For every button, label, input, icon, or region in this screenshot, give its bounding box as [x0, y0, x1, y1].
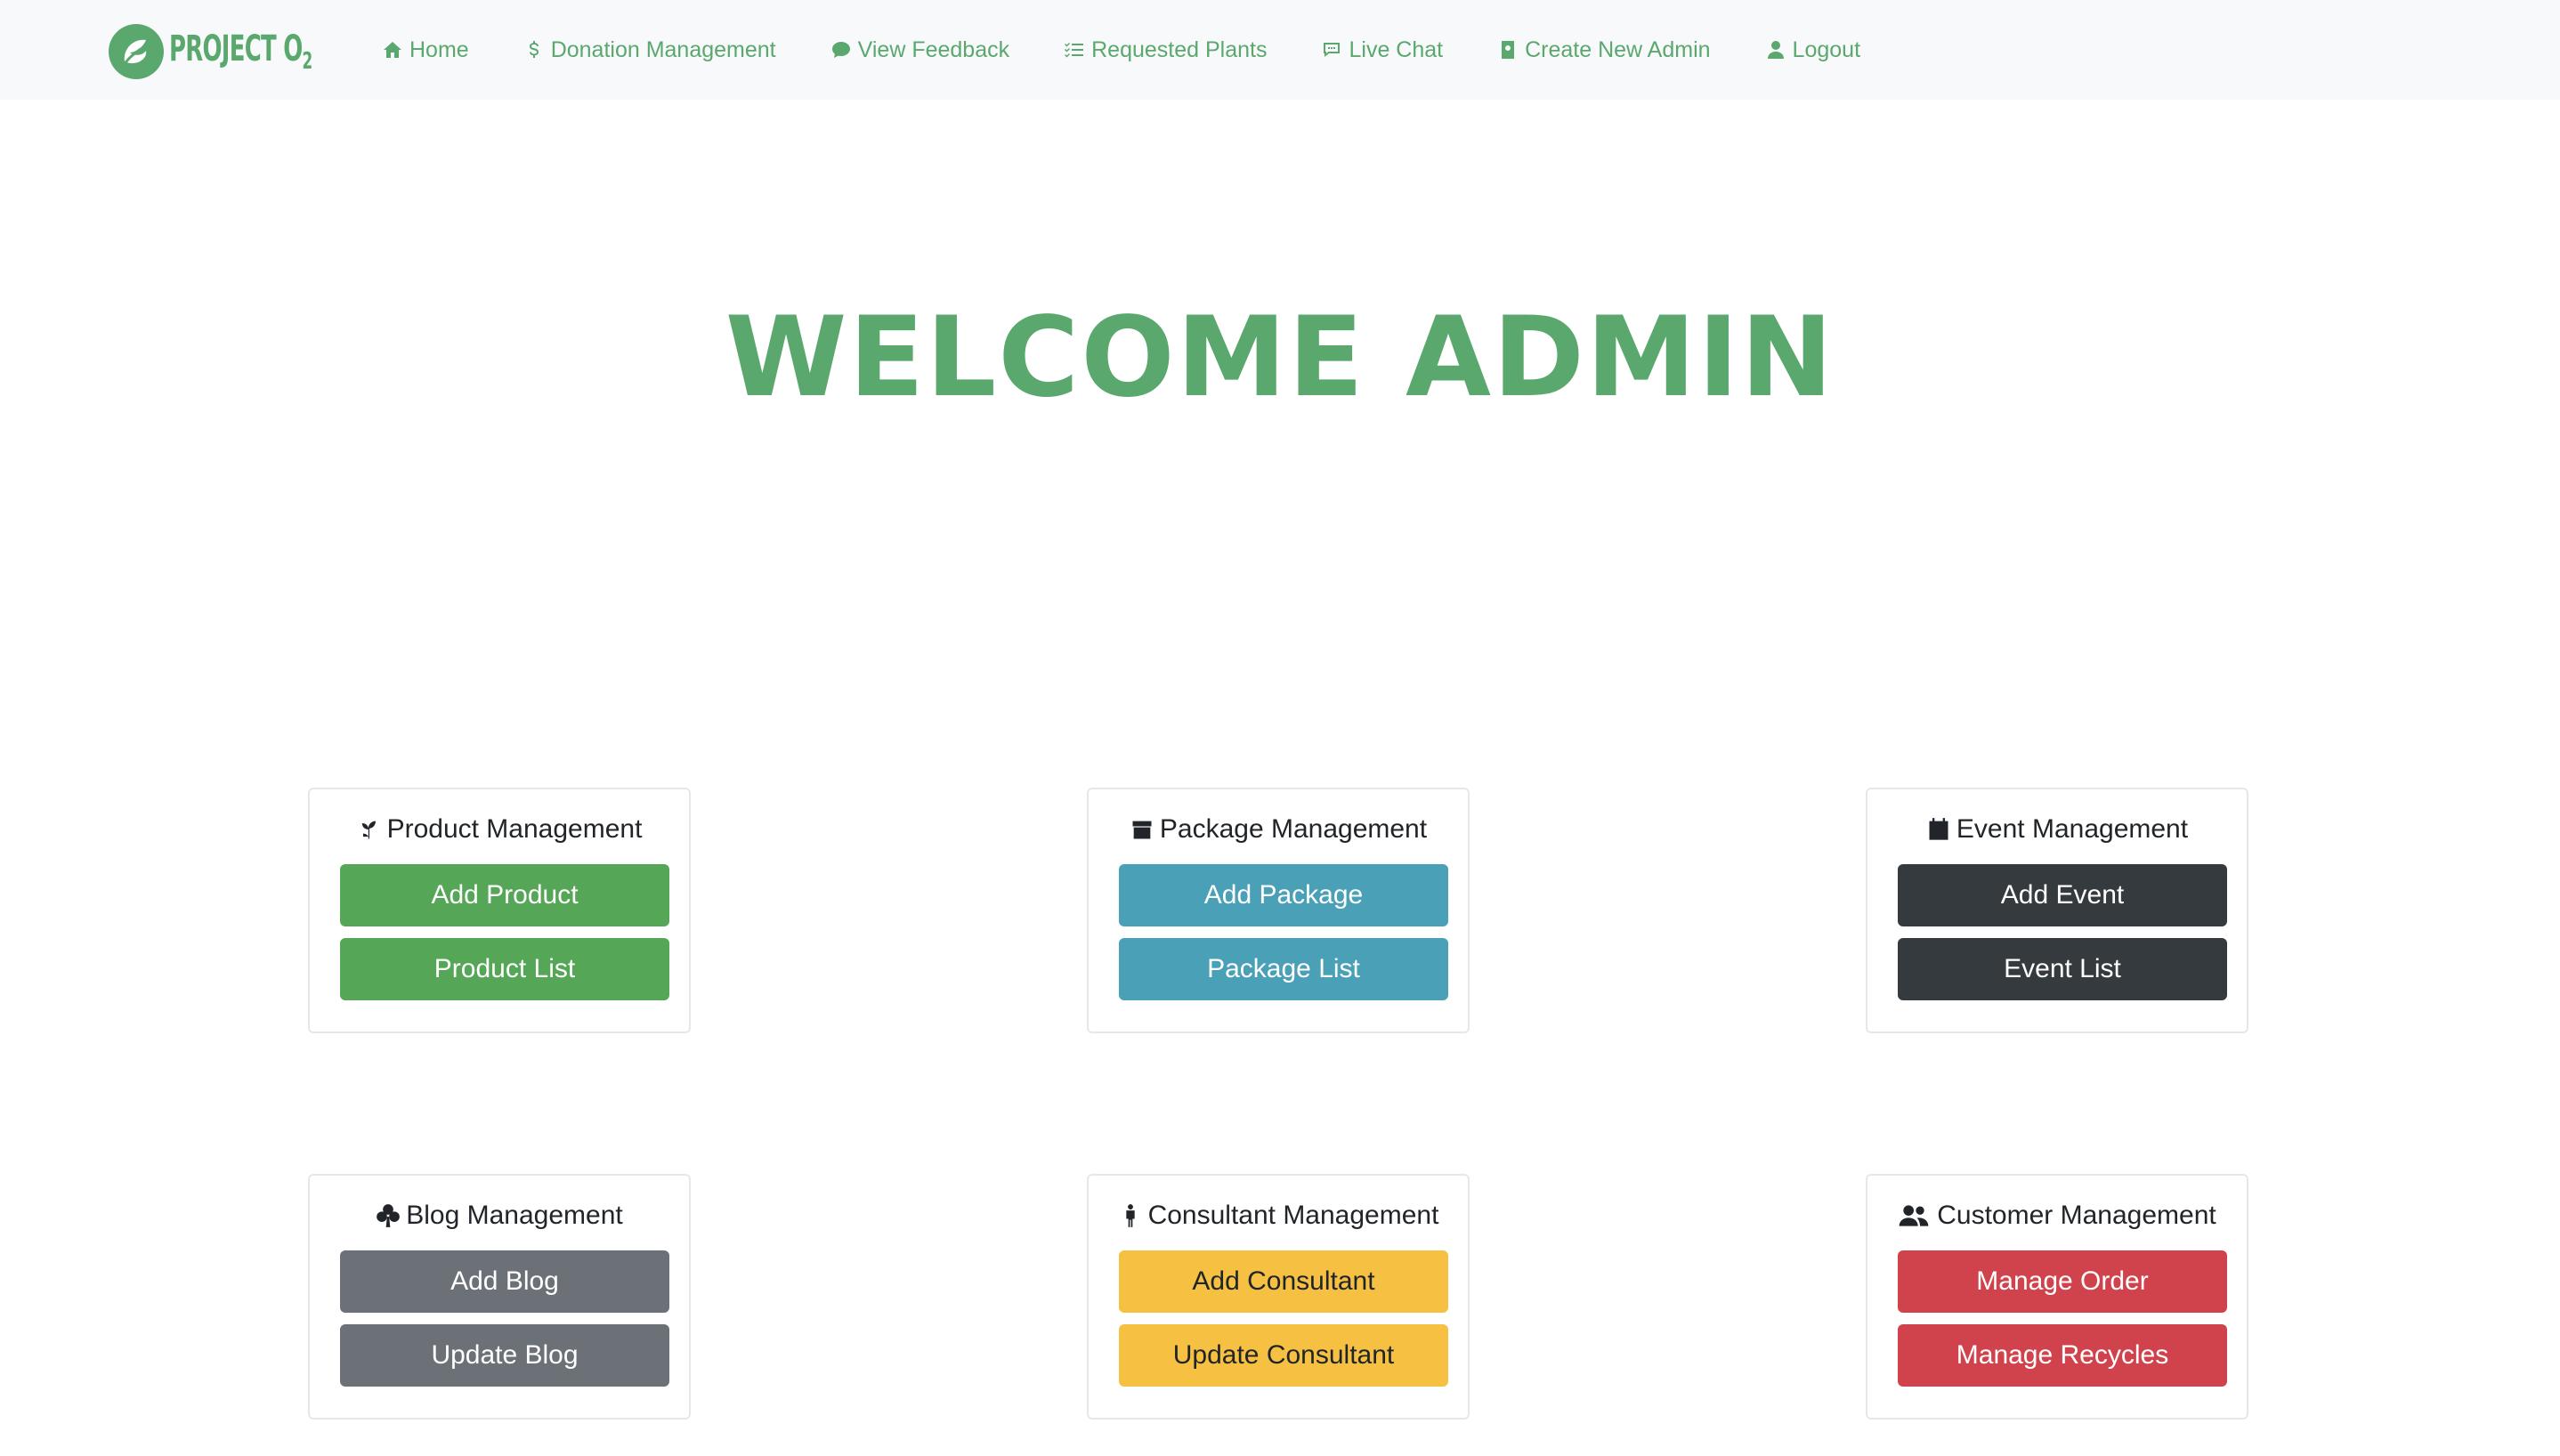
add-product-button[interactable]: Add Product — [340, 864, 669, 926]
manage-order-button[interactable]: Manage Order — [1898, 1250, 2227, 1313]
brand-name: PROJECT O2 — [169, 28, 312, 75]
card-title: Customer Management — [1867, 1201, 2247, 1231]
manage-recycles-button[interactable]: Manage Recycles — [1898, 1324, 2227, 1387]
chat-dots-icon — [1320, 38, 1343, 61]
update-consultant-button[interactable]: Update Consultant — [1119, 1324, 1448, 1387]
add-consultant-button[interactable]: Add Consultant — [1119, 1250, 1448, 1313]
card-consultant-management: Consultant Management Add Consultant Upd… — [1087, 1174, 1470, 1420]
nav-create-admin-label: Create New Admin — [1525, 36, 1711, 62]
card-title-text: Consultant Management — [1147, 1201, 1439, 1230]
nav-donation-label: Donation Management — [550, 36, 776, 62]
nav-home-label: Home — [409, 36, 469, 62]
brand-logo[interactable]: PROJECT O2 — [107, 20, 368, 84]
nav-home[interactable]: Home — [381, 37, 469, 63]
add-blog-button[interactable]: Add Blog — [340, 1250, 669, 1313]
logo-leaf-icon — [109, 24, 164, 79]
nav-logout-label: Logout — [1792, 36, 1861, 62]
card-title-text: Event Management — [1956, 814, 2189, 844]
card-product-management: Product Management Add Product Product L… — [308, 788, 691, 1033]
event-list-button[interactable]: Event List — [1898, 938, 2227, 1000]
chat-bubble-icon — [830, 38, 853, 61]
nav-donation-management[interactable]: Donation Management — [523, 37, 776, 63]
card-blog-management: Blog Management Add Blog Update Blog — [308, 1174, 691, 1420]
nav-live-chat-label: Live Chat — [1349, 36, 1444, 62]
card-title-text: Product Management — [386, 814, 643, 844]
house-icon — [381, 38, 404, 61]
navbar: PROJECT O2 Home Donation Management View… — [0, 0, 2560, 100]
checklist-icon — [1063, 38, 1086, 61]
nav-requested-plants-label: Requested Plants — [1091, 36, 1268, 62]
seedling-icon — [357, 817, 382, 842]
calendar-icon — [1926, 817, 1951, 842]
welcome-heading: WELCOME ADMIN — [725, 294, 1835, 422]
nav-view-feedback[interactable]: View Feedback — [830, 37, 1009, 63]
card-customer-management: Customer Management Manage Order Manage … — [1866, 1174, 2248, 1420]
card-title-text: Package Management — [1159, 814, 1428, 844]
package-list-button[interactable]: Package List — [1119, 938, 1448, 1000]
nav-requested-plants[interactable]: Requested Plants — [1063, 37, 1267, 63]
card-title: Consultant Management — [1089, 1201, 1468, 1231]
card-title: Package Management — [1089, 814, 1468, 845]
card-package-management: Package Management Add Package Package L… — [1087, 788, 1470, 1033]
nav-logout[interactable]: Logout — [1764, 37, 1860, 63]
card-title: Event Management — [1867, 814, 2247, 845]
nav-feedback-label: View Feedback — [857, 36, 1010, 62]
person-badge-icon — [1496, 38, 1519, 61]
person-standing-icon — [1118, 1203, 1143, 1228]
people-icon — [1898, 1203, 1932, 1228]
card-title-text: Blog Management — [406, 1201, 623, 1230]
person-icon — [1764, 38, 1787, 61]
card-title: Product Management — [310, 814, 689, 845]
update-blog-button[interactable]: Update Blog — [340, 1324, 669, 1387]
product-list-button[interactable]: Product List — [340, 938, 669, 1000]
add-event-button[interactable]: Add Event — [1898, 864, 2227, 926]
nav-links: Home Donation Management View Feedback R… — [381, 0, 1914, 100]
box-icon — [1130, 817, 1154, 842]
nav-live-chat[interactable]: Live Chat — [1320, 37, 1443, 63]
dollar-icon — [523, 38, 546, 61]
card-title: Blog Management — [310, 1201, 689, 1231]
card-event-management: Event Management Add Event Event List — [1866, 788, 2248, 1033]
clover-icon — [376, 1203, 401, 1228]
nav-create-new-admin[interactable]: Create New Admin — [1496, 36, 1711, 63]
card-title-text: Customer Management — [1937, 1201, 2216, 1230]
add-package-button[interactable]: Add Package — [1119, 864, 1448, 926]
